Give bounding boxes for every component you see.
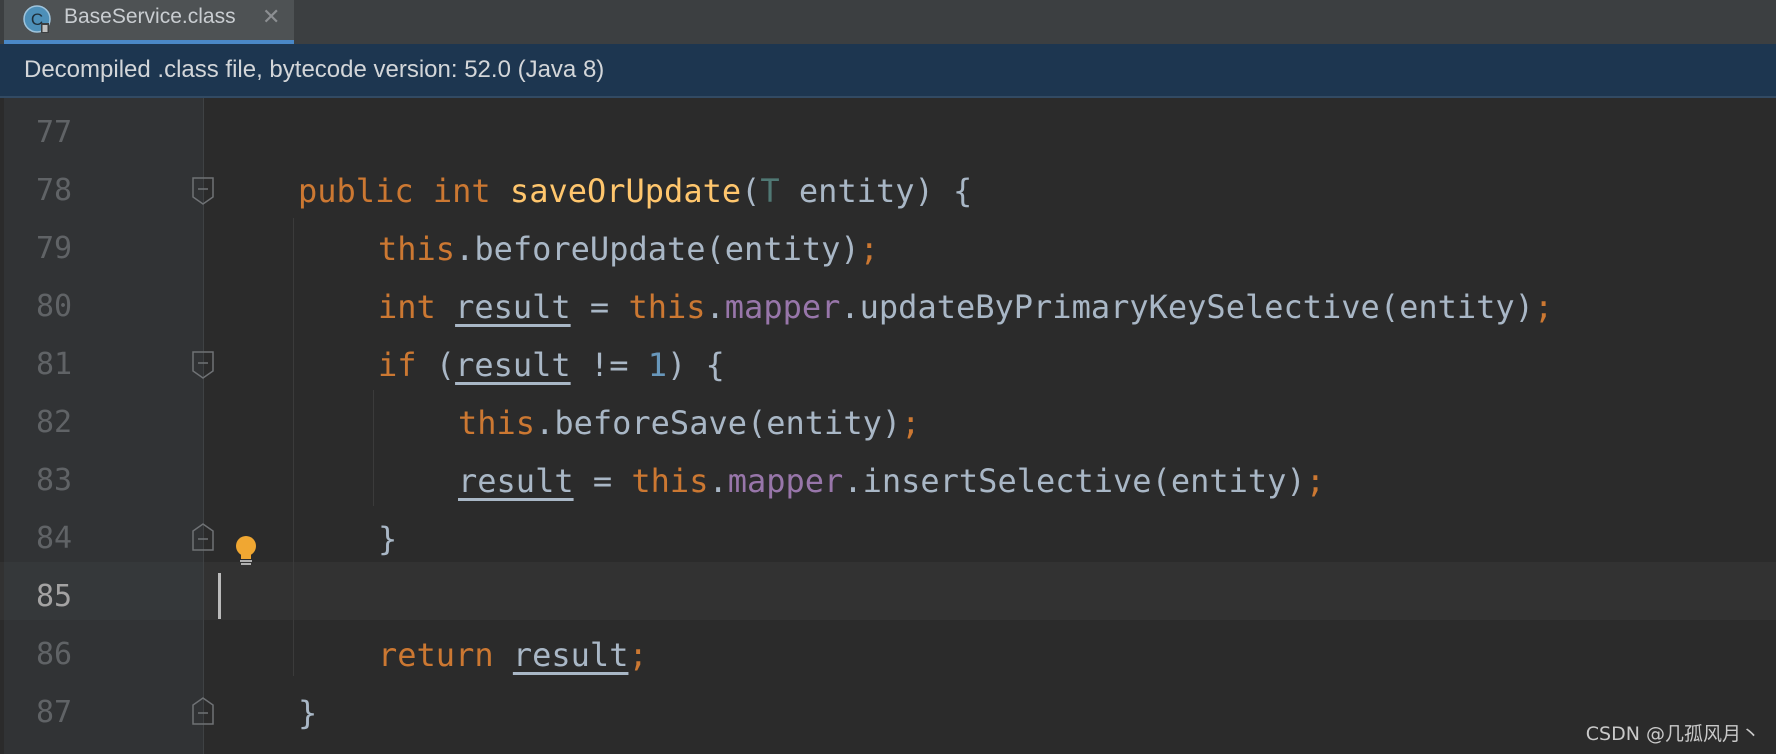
code-line-83: 83 result = this.mapper.insertSelective(… (0, 452, 1776, 510)
code-line-79: 79 this.beforeUpdate(entity); (0, 220, 1776, 278)
watermark: CSDN @几孤风月丶 (1585, 723, 1760, 745)
fold-collapse-icon[interactable] (191, 177, 215, 205)
code-line-86: 86 return result; (0, 626, 1776, 684)
text-caret (218, 573, 221, 619)
fold-collapse-icon[interactable] (191, 351, 215, 379)
class-file-icon: C (23, 5, 51, 33)
code-text: } (298, 694, 318, 732)
code-text: return result; (378, 636, 648, 674)
code-text: } (378, 520, 398, 558)
line-number: 85 (36, 579, 73, 614)
fold-end-icon[interactable] (191, 523, 215, 551)
decompiled-banner: Decompiled .class file, bytecode version… (0, 44, 1776, 98)
line-number: 80 (36, 289, 73, 324)
code-line-77: 77 (0, 104, 1776, 162)
code-text: this.beforeUpdate(entity); (378, 230, 879, 268)
close-icon[interactable]: ✕ (262, 0, 280, 40)
line-number: 77 (36, 115, 73, 150)
code-line-82: 82 this.beforeSave(entity); (0, 394, 1776, 452)
code-line-78: 78 public int saveOrUpdate(T entity) { (0, 162, 1776, 220)
line-number: 79 (36, 231, 73, 266)
code-text: int result = this.mapper.updateByPrimary… (378, 288, 1554, 326)
banner-text: Decompiled .class file, bytecode version… (24, 56, 605, 83)
fold-end-icon[interactable] (191, 697, 215, 725)
lightbulb-icon[interactable] (232, 534, 260, 568)
code-text: if (result != 1) { (378, 346, 725, 384)
code-text: public int saveOrUpdate(T entity) { (298, 172, 973, 210)
code-line-87: 87 } (0, 684, 1776, 742)
code-text: this.beforeSave(entity); (458, 404, 921, 442)
line-number: 83 (36, 463, 73, 498)
line-number: 82 (36, 405, 73, 440)
code-line-80: 80 int result = this.mapper.updateByPrim… (0, 278, 1776, 336)
line-number: 78 (36, 173, 73, 208)
line-number: 86 (36, 637, 73, 672)
editor-tab-bar: C BaseService.class ✕ (0, 0, 1776, 45)
tab-baseservice-class[interactable]: C BaseService.class ✕ (4, 0, 294, 44)
code-line-81: 81 if (result != 1) { (0, 336, 1776, 394)
line-number: 84 (36, 521, 73, 556)
line-number: 81 (36, 347, 73, 382)
code-line-85: 85 (0, 568, 1776, 626)
line-number: 87 (36, 695, 73, 730)
tab-label: BaseService.class (64, 5, 236, 28)
code-line-84: 84 } (0, 510, 1776, 568)
code-text: result = this.mapper.insertSelective(ent… (458, 462, 1325, 500)
